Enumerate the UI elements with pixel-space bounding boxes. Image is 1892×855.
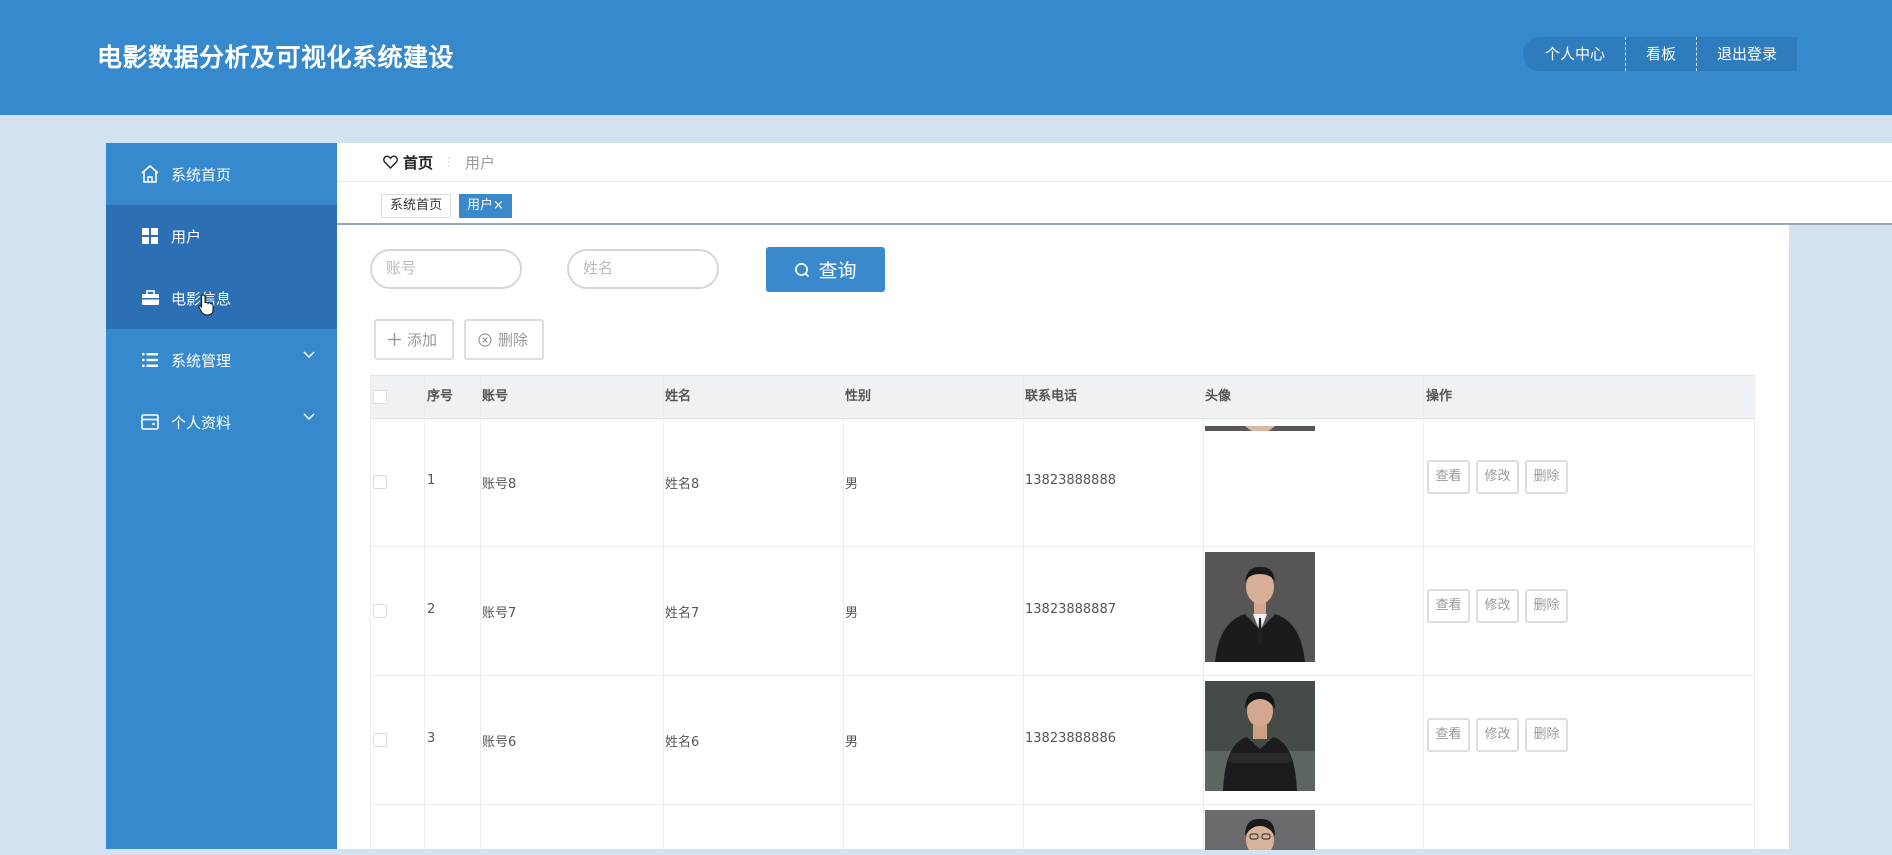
breadcrumb-current: 用户 bbox=[465, 153, 496, 172]
row-phone: 13823888886 bbox=[1025, 731, 1116, 746]
query-button[interactable]: 查询 bbox=[766, 247, 885, 292]
sidebar: 系统首页 用户 电影信息 系统管理 个人资料 bbox=[106, 143, 337, 849]
column-header: 联系电话 bbox=[1025, 389, 1078, 404]
chevron-down-icon bbox=[303, 351, 315, 359]
row-checkbox[interactable] bbox=[373, 604, 387, 618]
sidebar-item-movies[interactable]: 电影信息 bbox=[106, 267, 337, 329]
top-nav: 个人中心 看板 退出登录 bbox=[1523, 37, 1798, 71]
add-label: 添加 bbox=[407, 331, 438, 349]
column-header: 账号 bbox=[482, 389, 509, 404]
tabs-bar: 系统首页 用户× bbox=[337, 182, 1892, 225]
view-button[interactable]: 查看 bbox=[1427, 718, 1470, 752]
table-row: 1 账号8 姓名8 男 13823888888 查看 修改 删除 bbox=[370, 418, 1755, 547]
table-row: 2 账号7 姓名7 男 13823888887 查看 修改 删除 bbox=[370, 547, 1755, 676]
mouse-cursor-icon bbox=[198, 294, 214, 316]
select-all-checkbox[interactable] bbox=[373, 390, 387, 404]
sidebar-item-label: 用户 bbox=[171, 227, 202, 246]
query-label: 查询 bbox=[818, 260, 857, 282]
tab-users[interactable]: 用户× bbox=[459, 194, 512, 218]
delete-label: 删除 bbox=[498, 331, 529, 349]
avatar bbox=[1205, 552, 1315, 662]
row-account: 账号8 bbox=[482, 477, 517, 492]
logout-link[interactable]: 退出登录 bbox=[1696, 37, 1797, 71]
view-button[interactable]: 查看 bbox=[1427, 460, 1470, 494]
delete-row-button[interactable]: 删除 bbox=[1525, 718, 1568, 752]
row-account: 账号7 bbox=[482, 606, 517, 621]
grid-icon bbox=[139, 225, 161, 247]
users-table: 序号 账号 姓名 性别 联系电话 头像 操作 1 账号8 姓名8 男 13823… bbox=[370, 375, 1755, 850]
delete-button[interactable]: 删除 bbox=[464, 319, 544, 360]
table-row bbox=[370, 805, 1755, 855]
breadcrumb: 首页 ⋮ 用户 bbox=[337, 143, 1892, 182]
row-index: 1 bbox=[427, 473, 436, 488]
sidebar-item-label: 系统管理 bbox=[171, 351, 232, 370]
view-button[interactable]: 查看 bbox=[1427, 589, 1470, 623]
sidebar-item-profile[interactable]: 个人资料 bbox=[106, 391, 337, 453]
row-gender: 男 bbox=[845, 477, 859, 492]
briefcase-icon bbox=[139, 287, 161, 309]
sidebar-item-users[interactable]: 用户 bbox=[106, 205, 337, 267]
sidebar-item-system[interactable]: 系统管理 bbox=[106, 329, 337, 391]
breadcrumb-separator: ⋮ bbox=[443, 155, 456, 169]
list-icon bbox=[139, 349, 161, 371]
content-area: 账号 姓名 查询 添加 删除 序号 账号 姓名 性别 联系电话 头像 操作 1 … bbox=[337, 225, 1789, 850]
heart-icon bbox=[383, 155, 398, 169]
avatar bbox=[1205, 421, 1315, 431]
row-index: 3 bbox=[427, 731, 436, 746]
row-name: 姓名6 bbox=[665, 735, 700, 750]
column-header: 性别 bbox=[845, 389, 872, 404]
sidebar-item-home[interactable]: 系统首页 bbox=[106, 143, 337, 205]
top-header: 电影数据分析及可视化系统建设 个人中心 看板 退出登录 bbox=[0, 0, 1892, 115]
column-header: 操作 bbox=[1426, 389, 1453, 404]
row-phone: 13823888887 bbox=[1025, 602, 1116, 617]
tab-close-icon[interactable]: × bbox=[493, 198, 504, 213]
card-icon bbox=[139, 411, 161, 433]
edit-button[interactable]: 修改 bbox=[1476, 718, 1519, 752]
breadcrumb-home[interactable]: 首页 bbox=[403, 152, 433, 173]
avatar bbox=[1205, 681, 1315, 791]
column-header: 序号 bbox=[427, 389, 454, 404]
row-account: 账号6 bbox=[482, 735, 517, 750]
row-gender: 男 bbox=[845, 735, 859, 750]
sidebar-item-label: 个人资料 bbox=[171, 413, 232, 432]
search-icon bbox=[795, 262, 810, 277]
table-header: 序号 账号 姓名 性别 联系电话 头像 操作 bbox=[370, 376, 1755, 419]
plus-icon bbox=[388, 333, 401, 346]
delete-row-button[interactable]: 删除 bbox=[1525, 460, 1568, 494]
name-search-input[interactable]: 姓名 bbox=[567, 249, 719, 289]
main-panel: 首页 ⋮ 用户 系统首页 用户× 账号 姓名 查询 添加 删除 序号 账号 姓名… bbox=[337, 143, 1892, 850]
row-index: 2 bbox=[427, 602, 436, 617]
row-checkbox[interactable] bbox=[373, 733, 387, 747]
circle-x-icon bbox=[478, 332, 492, 347]
app-title: 电影数据分析及可视化系统建设 bbox=[97, 43, 455, 72]
delete-row-button[interactable]: 删除 bbox=[1525, 589, 1568, 623]
home-icon bbox=[139, 163, 161, 185]
tab-label: 用户 bbox=[467, 198, 494, 213]
row-name: 姓名8 bbox=[665, 477, 700, 492]
chevron-down-icon bbox=[303, 413, 315, 421]
row-gender: 男 bbox=[845, 606, 859, 621]
avatar bbox=[1205, 810, 1315, 850]
add-button[interactable]: 添加 bbox=[374, 319, 454, 360]
row-name: 姓名7 bbox=[665, 606, 700, 621]
profile-center-link[interactable]: 个人中心 bbox=[1523, 37, 1625, 71]
row-checkbox[interactable] bbox=[373, 475, 387, 489]
edit-button[interactable]: 修改 bbox=[1476, 589, 1519, 623]
dashboard-link[interactable]: 看板 bbox=[1625, 37, 1696, 71]
tab-home[interactable]: 系统首页 bbox=[381, 194, 452, 218]
sidebar-item-label: 系统首页 bbox=[171, 165, 232, 184]
table-row: 3 账号6 姓名6 男 13823888886 查看 修改 删除 bbox=[370, 676, 1755, 805]
row-phone: 13823888888 bbox=[1025, 473, 1116, 488]
edit-button[interactable]: 修改 bbox=[1476, 460, 1519, 494]
account-search-input[interactable]: 账号 bbox=[370, 249, 522, 289]
column-header: 头像 bbox=[1205, 389, 1232, 404]
column-header: 姓名 bbox=[665, 389, 692, 404]
